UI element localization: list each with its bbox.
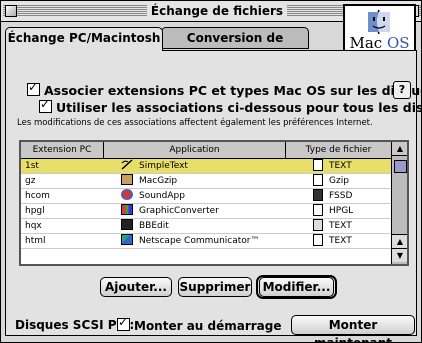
table-row[interactable]: hpgl GraphicConverter HPGL xyxy=(21,204,391,219)
cell-file-type: TEXT xyxy=(313,219,391,233)
app-name: SimpleText xyxy=(139,161,188,171)
associate-extensions-checkbox[interactable] xyxy=(27,80,40,96)
cell-extension: gz xyxy=(25,176,36,186)
cell-application: MacGzip xyxy=(121,174,281,188)
cell-application: Netscape Communicator™ xyxy=(121,234,281,248)
file-exchange-window: Échange de fichiers Mac OS Échange PC/Ma… xyxy=(0,0,422,343)
app-name: Netscape Communicator™ xyxy=(139,236,260,246)
app-name: SoundApp xyxy=(139,191,185,201)
tab-file-conversion[interactable]: Conversion de fichiers xyxy=(161,27,309,66)
info-text: Les modifications de ces associations af… xyxy=(17,118,373,128)
app-name: GraphicConverter xyxy=(139,206,219,216)
bbedit-icon xyxy=(121,219,133,230)
table-header: Extension PC Application Type de fichier xyxy=(21,142,391,159)
vertical-scrollbar[interactable]: ▲ ▲ ▼ xyxy=(391,142,407,264)
cell-extension: hqx xyxy=(25,221,42,231)
bbedit-document-icon xyxy=(313,219,323,231)
window-title: Échange de fichiers xyxy=(147,3,287,19)
cell-application: GraphicConverter xyxy=(121,204,281,218)
cell-file-type: HPGL xyxy=(313,204,391,218)
scroll-down-arrow-icon[interactable]: ▼ xyxy=(392,248,407,262)
sound-document-icon xyxy=(313,189,323,201)
add-button[interactable]: Ajouter... xyxy=(100,277,172,297)
cell-extension: html xyxy=(25,236,46,246)
mac-face-icon xyxy=(368,10,390,34)
cell-file-type: TEXT xyxy=(313,159,391,173)
close-box[interactable] xyxy=(5,5,17,17)
cell-extension: 1st xyxy=(25,161,39,171)
type-code: Gzip xyxy=(329,176,349,186)
type-code: TEXT xyxy=(329,221,352,231)
column-header-file-type[interactable]: Type de fichier xyxy=(286,142,391,158)
blank-document-icon xyxy=(313,174,323,186)
type-code: HPGL xyxy=(329,206,354,216)
cell-extension: hpgl xyxy=(25,206,45,216)
simpletext-icon xyxy=(121,159,133,170)
cell-file-type: Gzip xyxy=(313,174,391,188)
app-name: BBEdit xyxy=(139,221,169,231)
scroll-up-arrow-icon[interactable]: ▲ xyxy=(392,234,407,248)
cell-application: SoundApp xyxy=(121,189,281,203)
associations-table[interactable]: Extension PC Application Type de fichier… xyxy=(19,140,409,266)
use-associations-checkbox[interactable] xyxy=(39,97,52,113)
table-row[interactable]: hcom SoundApp FSSD xyxy=(21,189,391,204)
macgzip-icon xyxy=(121,174,133,185)
help-button[interactable]: ? xyxy=(393,81,411,99)
mount-at-startup-label: Monter au démarrage xyxy=(134,319,282,333)
table-row[interactable]: gz MacGzip Gzip xyxy=(21,174,391,189)
tab-pc-macintosh[interactable]: Échange PC/Macintosh xyxy=(5,27,163,51)
app-name: MacGzip xyxy=(139,176,178,186)
cell-file-type: FSSD xyxy=(313,189,391,203)
text-document-icon xyxy=(313,234,323,246)
cell-extension: hcom xyxy=(25,191,50,201)
text-document-icon xyxy=(313,159,323,171)
table-row[interactable]: 1st SimpleText TEXT xyxy=(21,159,391,174)
soundapp-icon xyxy=(121,189,133,200)
mount-at-startup-checkbox[interactable] xyxy=(117,315,130,331)
use-associations-label: Utiliser les associations ci-dessous pou… xyxy=(56,100,422,115)
column-header-application[interactable]: Application xyxy=(104,142,286,158)
associate-extensions-option[interactable]: Associer extensions PC et types Mac OS s… xyxy=(27,80,422,98)
blank-document-icon xyxy=(313,204,323,216)
type-code: FSSD xyxy=(329,191,353,201)
type-code: TEXT xyxy=(329,236,352,246)
table-row[interactable]: html Netscape Communicator™ TEXT xyxy=(21,234,391,249)
modify-button[interactable]: Modifier... xyxy=(259,277,334,297)
cell-application: SimpleText xyxy=(121,159,281,173)
scroll-corner: ▲ xyxy=(392,142,407,156)
associate-extensions-label: Associer extensions PC et types Mac OS s… xyxy=(44,83,422,98)
scroll-thumb[interactable] xyxy=(394,160,407,173)
mount-now-button[interactable]: Monter maintenant xyxy=(291,315,415,342)
cell-file-type: TEXT xyxy=(313,234,391,248)
type-code: TEXT xyxy=(329,161,352,171)
graphicconverter-icon xyxy=(121,204,133,215)
delete-button[interactable]: Supprimer xyxy=(178,277,252,297)
mount-at-startup-option[interactable]: Monter au démarrage xyxy=(117,315,282,333)
netscape-icon xyxy=(121,234,133,245)
cell-application: BBEdit xyxy=(121,219,281,233)
table-row[interactable]: hqx BBEdit TEXT xyxy=(21,219,391,234)
use-associations-option[interactable]: Utiliser les associations ci-dessous pou… xyxy=(39,97,422,115)
column-header-extension[interactable]: Extension PC xyxy=(21,142,104,158)
